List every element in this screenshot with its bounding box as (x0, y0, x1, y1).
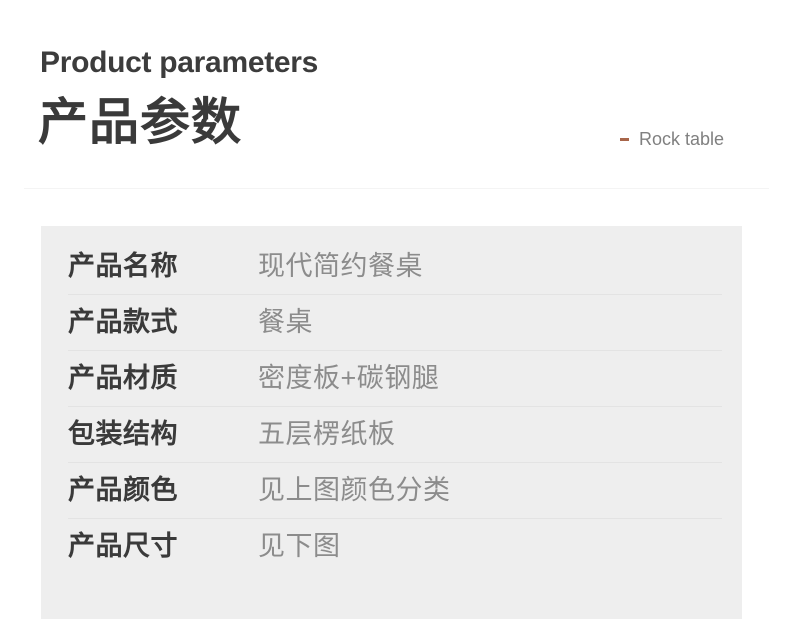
spec-row-label: 产品颜色 (68, 477, 258, 504)
page-title-chinese: 产品参数 (38, 97, 242, 147)
spec-row-label: 产品款式 (68, 309, 258, 336)
dash-marker-icon (620, 138, 629, 141)
specification-table: 产品名称现代简约餐桌产品款式餐桌产品材质密度板+碳钢腿包装结构五层楞纸板产品颜色… (68, 238, 722, 574)
spec-row-label: 产品名称 (68, 253, 258, 280)
spec-row: 产品尺寸见下图 (68, 518, 722, 574)
spec-row-label: 产品尺寸 (68, 533, 258, 560)
spec-row: 产品材质密度板+碳钢腿 (68, 350, 722, 406)
spec-row-value: 餐桌 (258, 309, 722, 336)
product-tagline-label: Rock table (639, 130, 724, 148)
spec-row: 产品颜色见上图颜色分类 (68, 462, 722, 518)
product-tagline: Rock table (620, 128, 724, 150)
spec-row-value: 见上图颜色分类 (258, 477, 722, 504)
page-title-english: Product parameters (40, 48, 318, 78)
specification-panel: 产品名称现代简约餐桌产品款式餐桌产品材质密度板+碳钢腿包装结构五层楞纸板产品颜色… (41, 226, 742, 619)
header-divider (24, 188, 769, 189)
spec-row: 产品名称现代简约餐桌 (68, 238, 722, 294)
spec-row-label: 包装结构 (68, 421, 258, 448)
spec-row: 产品款式餐桌 (68, 294, 722, 350)
spec-row-value: 密度板+碳钢腿 (258, 365, 722, 392)
page-header: Product parameters 产品参数 Rock table (0, 0, 790, 189)
spec-row-value: 见下图 (258, 533, 722, 560)
spec-row: 包装结构五层楞纸板 (68, 406, 722, 462)
spec-row-value: 现代简约餐桌 (258, 253, 722, 280)
spec-row-label: 产品材质 (68, 365, 258, 392)
spec-row-value: 五层楞纸板 (258, 421, 722, 448)
